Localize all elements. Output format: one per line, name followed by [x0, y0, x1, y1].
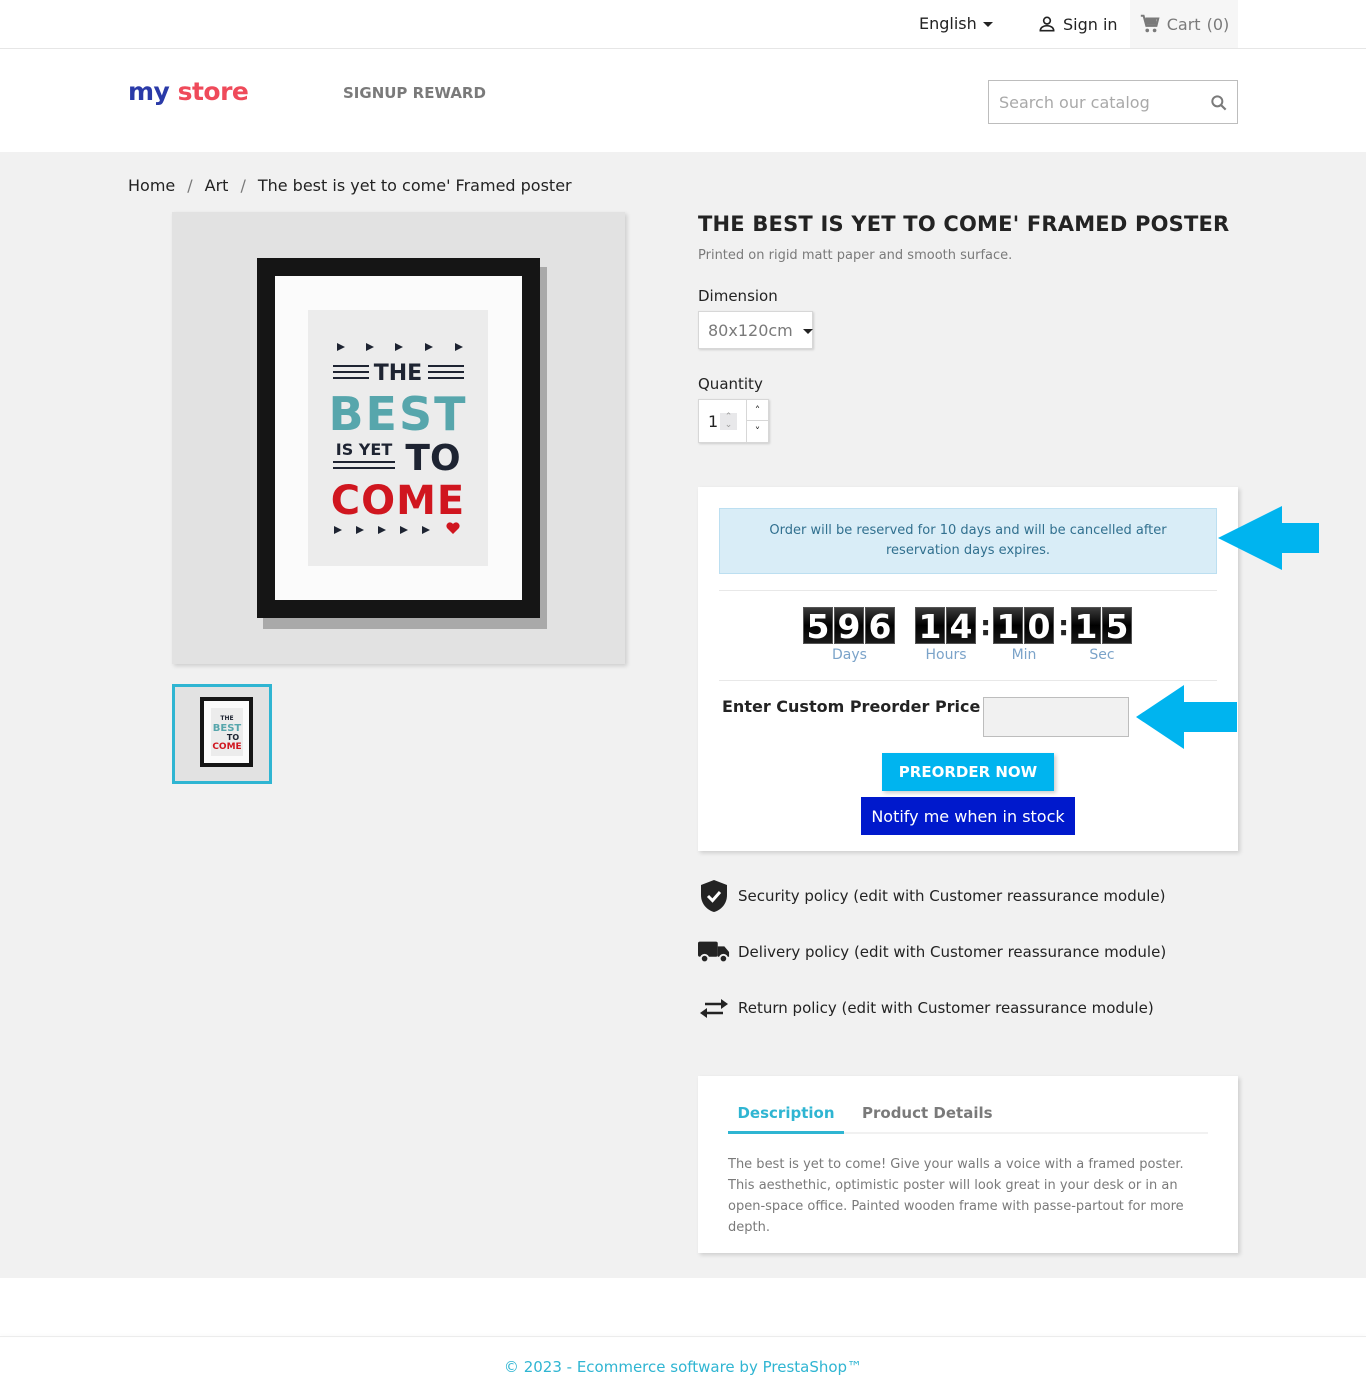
chevron-up-icon: ˄: [754, 403, 761, 417]
shield-check-icon: [698, 880, 730, 912]
countdown-digit: 6: [865, 607, 895, 645]
cart-button[interactable]: Cart (0): [1130, 0, 1238, 48]
countdown-digit: 1: [1071, 607, 1101, 645]
annotation-arrow-icon: [1218, 506, 1319, 570]
search-box: [988, 80, 1238, 124]
logo-text-my: my: [128, 77, 170, 106]
language-label: English: [919, 14, 977, 33]
poster-text-is-yet: IS YET: [336, 440, 393, 459]
tab-description[interactable]: Description: [728, 1104, 844, 1134]
reassurance-text: Security policy (edit with Customer reas…: [738, 887, 1166, 905]
custom-price-label: Enter Custom Preorder Price: [722, 697, 981, 716]
poster-text-to: TO: [405, 438, 460, 479]
breadcrumb-current[interactable]: The best is yet to come' Framed poster: [258, 176, 572, 195]
countdown-digit: 9: [834, 607, 864, 645]
logo-text-store: store: [177, 77, 249, 106]
spin-icon[interactable]: ⌃ ⌄: [720, 413, 737, 430]
product-title: THE BEST IS YET TO COME' FRAMED POSTER: [698, 212, 1230, 236]
countdown-digit: 0: [1024, 607, 1054, 645]
menu-item-signup-reward[interactable]: SIGNUP REWARD: [343, 84, 486, 102]
annotation-arrow-icon: [1136, 685, 1237, 749]
reassurance-text: Return policy (edit with Customer reassu…: [738, 999, 1154, 1017]
notify-in-stock-button[interactable]: Notify me when in stock: [861, 797, 1075, 835]
search-input[interactable]: [989, 81, 1199, 123]
breadcrumb-separator: /: [187, 176, 193, 195]
footer: © 2023 - Ecommerce software by PrestaSho…: [0, 1278, 1366, 1394]
reassurance-item-security: Security policy (edit with Customer reas…: [698, 880, 1166, 912]
swap-arrows-icon: [698, 992, 730, 1024]
chevron-down-icon: ˅: [754, 425, 761, 438]
custom-price-input[interactable]: [983, 697, 1129, 737]
preorder-panel: Order will be reserved for 10 days and w…: [698, 487, 1238, 851]
main-content: Home / Art / The best is yet to come' Fr…: [0, 152, 1366, 1278]
product-thumbnail[interactable]: THE BEST TO COME: [172, 684, 272, 784]
svg-text:THE: THE: [220, 715, 233, 722]
sign-in-link[interactable]: Sign in: [1037, 14, 1118, 34]
framed-poster-image: THE BEST IS YET TO COME: [257, 258, 547, 629]
svg-text:COME: COME: [212, 742, 241, 752]
reassurance-text: Delivery policy (edit with Customer reas…: [738, 943, 1167, 961]
countdown-digit: 4: [946, 607, 976, 645]
countdown-digit: 5: [803, 607, 833, 645]
product-description: The best is yet to come! Give your walls…: [728, 1157, 1184, 1235]
breadcrumb: Home / Art / The best is yet to come' Fr…: [128, 176, 572, 195]
product-cover-image[interactable]: THE BEST IS YET TO COME: [172, 212, 625, 664]
breadcrumb-separator: /: [240, 176, 246, 195]
reassurance-item-delivery: Delivery policy (edit with Customer reas…: [698, 936, 1166, 968]
caret-down-icon: [802, 328, 813, 334]
countdown-label-min: Min: [1011, 647, 1037, 663]
dimension-select[interactable]: 80x120cm: [698, 311, 813, 349]
countdown-colon: :: [980, 609, 992, 642]
user-icon: [1039, 16, 1055, 32]
product-tabs: Description Product Details The best is …: [698, 1076, 1238, 1253]
quantity-decrease-button[interactable]: ˅: [746, 421, 768, 442]
cart-icon: [1140, 14, 1160, 33]
breadcrumb-art[interactable]: Art: [205, 176, 229, 195]
breadcrumb-home[interactable]: Home: [128, 176, 175, 195]
footer-divider: [0, 1336, 1366, 1337]
preorder-now-button[interactable]: PREORDER NOW: [882, 753, 1054, 791]
quantity-label: Quantity: [698, 375, 763, 393]
store-logo[interactable]: my store: [128, 77, 249, 106]
language-selector[interactable]: English: [919, 14, 993, 33]
countdown-digit: 1: [993, 607, 1023, 645]
reservation-alert: Order will be reserved for 10 days and w…: [719, 508, 1217, 574]
tab-product-details[interactable]: Product Details: [862, 1104, 993, 1122]
cart-label: Cart: [1166, 14, 1201, 34]
countdown-label-hours: Hours: [925, 647, 967, 663]
caret-down-icon: [982, 22, 993, 27]
sign-in-label: Sign in: [1063, 14, 1118, 34]
search-icon[interactable]: [1209, 93, 1229, 113]
poster-text-come: COME: [331, 478, 466, 524]
cart-count: (0): [1206, 14, 1230, 34]
truck-icon: [698, 936, 730, 968]
divider: [719, 590, 1217, 591]
header: my store SIGNUP REWARD: [0, 49, 1366, 152]
svg-text:TO: TO: [227, 733, 239, 742]
countdown-digit: 5: [1102, 607, 1132, 645]
poster-text-the: THE: [374, 361, 422, 386]
countdown-label-days: Days: [832, 647, 867, 663]
poster-text-best: BEST: [329, 387, 468, 441]
countdown-colon: :: [1058, 609, 1070, 642]
product-summary: Printed on rigid matt paper and smooth s…: [698, 248, 1013, 263]
top-nav: English Sign in Cart (0): [0, 0, 1366, 49]
countdown-digit: 1: [915, 607, 945, 645]
dimension-label: Dimension: [698, 287, 778, 305]
quantity-increase-button[interactable]: ˄: [746, 400, 768, 421]
quantity-stepper: ⌃⌄ ˄ ˅: [698, 399, 769, 443]
thumbnail-image: THE BEST TO COME: [200, 697, 253, 767]
countdown-label-sec: Sec: [1089, 647, 1115, 663]
divider: [719, 680, 1217, 681]
dimension-value: 80x120cm: [708, 320, 793, 340]
copyright-link[interactable]: © 2023 - Ecommerce software by PrestaSho…: [0, 1358, 1366, 1376]
reassurance-item-return: Return policy (edit with Customer reassu…: [698, 992, 1154, 1024]
